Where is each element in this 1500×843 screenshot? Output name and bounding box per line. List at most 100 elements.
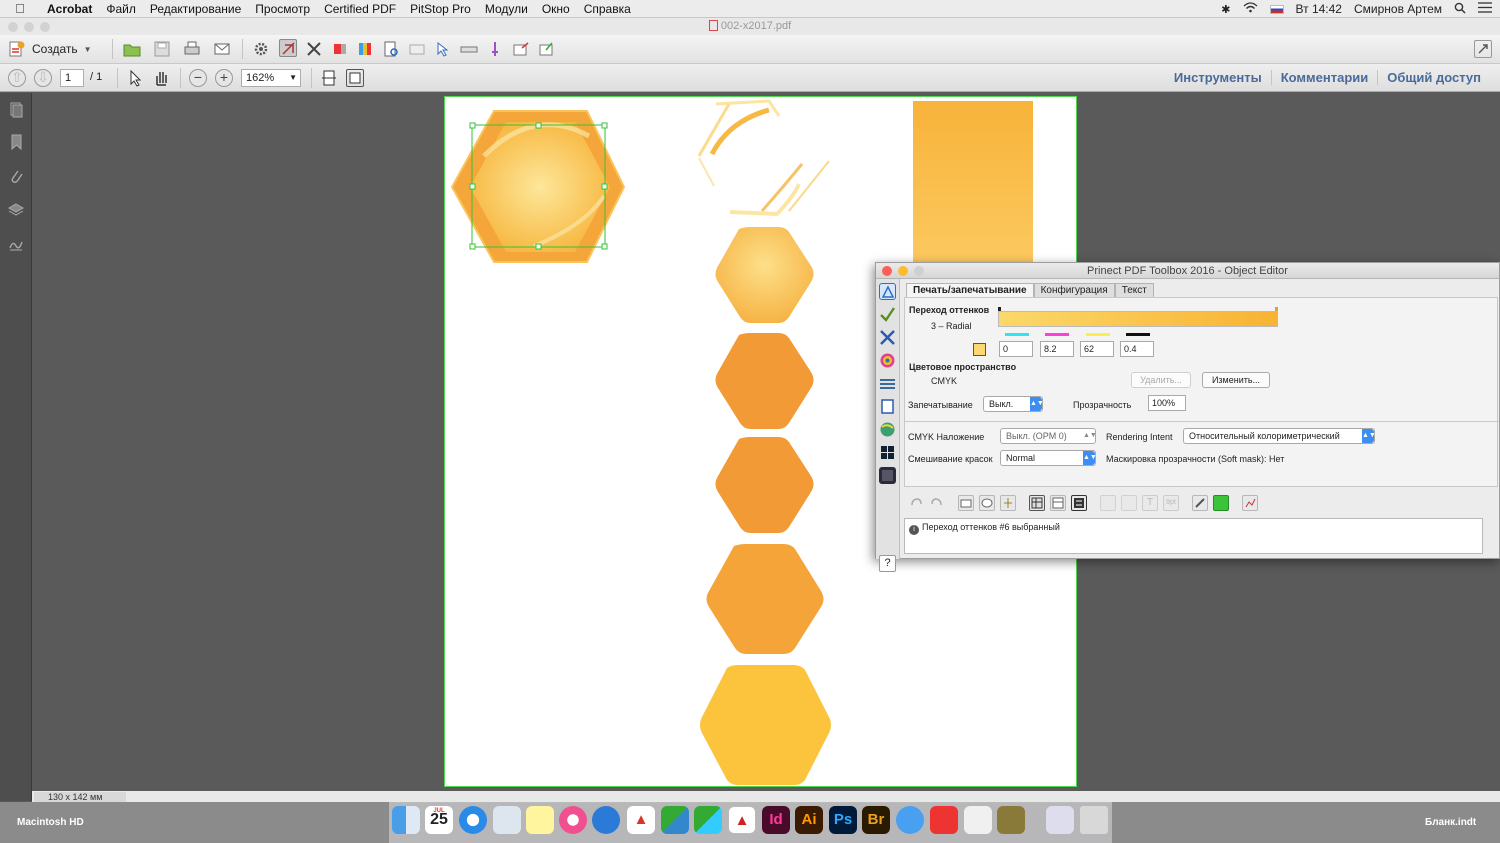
desktop-file-label[interactable]: Бланк.indt <box>1425 817 1476 828</box>
share-link[interactable]: Общий доступ <box>1377 70 1490 85</box>
bookmarks-icon[interactable] <box>8 134 24 151</box>
object-tool-icon[interactable] <box>879 283 896 300</box>
notification-center-icon[interactable] <box>1478 2 1492 16</box>
save-icon[interactable] <box>153 40 171 58</box>
signatures-icon[interactable] <box>8 236 24 252</box>
hexagon-orange-3[interactable] <box>706 544 824 654</box>
attachments-icon[interactable] <box>8 168 24 184</box>
object-editor-window[interactable]: Prinect PDF Toolbox 2016 - Object Editor… <box>875 262 1500 572</box>
editor-zoom-button[interactable] <box>914 266 924 276</box>
acrobat-icon[interactable]: ▲ <box>627 806 655 834</box>
export-icon[interactable] <box>512 40 530 58</box>
transparency-input[interactable]: 100% <box>1148 395 1186 411</box>
hexagon-radial-light[interactable] <box>715 227 814 323</box>
safari-icon[interactable] <box>459 806 487 834</box>
menu-edit[interactable]: Редактирование <box>143 2 248 16</box>
full-screen-icon[interactable] <box>346 69 364 87</box>
transform-tool-icon[interactable] <box>879 329 896 346</box>
text-tool-icon[interactable]: T <box>1142 495 1158 511</box>
editor-minimize-button[interactable] <box>898 266 908 276</box>
eyedropper-icon[interactable] <box>486 40 504 58</box>
user-name[interactable]: Смирнов Артем <box>1354 2 1442 16</box>
mail-icon[interactable] <box>592 806 620 834</box>
menu-app[interactable]: Acrobat <box>40 2 99 16</box>
yellow-input[interactable]: 62 <box>1080 341 1114 357</box>
bridge-icon[interactable]: Br <box>862 806 890 834</box>
highlight-strokes[interactable] <box>697 99 830 217</box>
document-tool-icon[interactable] <box>879 398 896 415</box>
check-tool-icon[interactable] <box>879 306 896 323</box>
menu-pitstop[interactable]: PitStop Pro <box>403 2 478 16</box>
zoom-out-button[interactable]: − <box>189 69 207 87</box>
calendar-icon[interactable]: JUL 25 <box>425 806 453 834</box>
layers-icon[interactable] <box>7 202 25 218</box>
menu-plugins[interactable]: Модули <box>478 2 535 16</box>
grid-view-icon[interactable] <box>1029 495 1045 511</box>
globe-tool-icon[interactable] <box>879 421 896 438</box>
envelope-icon[interactable] <box>408 40 426 58</box>
open-folder-icon[interactable] <box>123 40 141 58</box>
hand-tool-icon[interactable] <box>152 69 170 87</box>
eyedropper-icon[interactable] <box>1192 495 1208 511</box>
rendering-intent-select[interactable]: Относительный колориметрический ▲▼ <box>1183 428 1376 444</box>
prev-page-button[interactable]: ⇧ <box>8 69 26 87</box>
app-grid-icon[interactable] <box>661 806 689 834</box>
cmyk-overprint-select[interactable]: Выкл. (OPM 0) ▲▼ <box>1000 428 1097 444</box>
tools-link[interactable]: Инструменты <box>1165 70 1271 85</box>
undo-icon[interactable] <box>908 495 924 511</box>
gradient-preview-bar[interactable] <box>998 311 1278 327</box>
selected-gradient-hexagon[interactable] <box>450 110 626 263</box>
comments-link[interactable]: Комментарии <box>1270 70 1378 85</box>
blend-mode-select[interactable]: Normal ▲▼ <box>1000 450 1097 466</box>
apple-icon[interactable]:  <box>0 1 40 16</box>
redo-icon[interactable] <box>929 495 945 511</box>
pitstop-x-icon[interactable] <box>305 40 323 58</box>
desktop-disk-label[interactable]: Macintosh HD <box>17 817 84 828</box>
list-view-icon[interactable] <box>1071 495 1087 511</box>
menu-certified-pdf[interactable]: Certified PDF <box>317 2 403 16</box>
tab-text[interactable]: Текст <box>1114 283 1154 297</box>
color-bars-icon[interactable] <box>356 40 374 58</box>
itunes-icon[interactable] <box>559 806 587 834</box>
archive-icon[interactable] <box>997 806 1025 834</box>
paragraph-icon[interactable] <box>1121 495 1137 511</box>
window-zoom-button[interactable] <box>40 22 50 32</box>
tab-print-overprint[interactable]: Печать/запечатывание <box>906 283 1034 297</box>
gradient-stop-marker[interactable] <box>998 307 1001 311</box>
messages-icon[interactable] <box>896 806 924 834</box>
select-tool-icon[interactable] <box>126 69 144 87</box>
window-minimize-button[interactable] <box>24 22 34 32</box>
notes-icon[interactable] <box>526 806 554 834</box>
image-tool-icon[interactable] <box>879 467 896 484</box>
select-arrow-icon[interactable] <box>434 40 452 58</box>
spotlight-icon[interactable] <box>1454 2 1466 17</box>
preview-icon[interactable] <box>493 806 521 834</box>
cyan-input[interactable]: 0 <box>999 341 1033 357</box>
photoshop-icon[interactable]: Ps <box>829 806 857 834</box>
next-page-button[interactable]: ⇩ <box>34 69 52 87</box>
menu-window[interactable]: Окно <box>535 2 577 16</box>
tab-configuration[interactable]: Конфигурация <box>1033 283 1115 297</box>
gradient-stop-marker[interactable] <box>1275 307 1278 311</box>
finder-icon[interactable] <box>392 806 420 834</box>
gear-icon[interactable] <box>252 40 270 58</box>
document-lines-icon[interactable] <box>1100 495 1116 511</box>
layers-tool-icon[interactable] <box>879 375 896 392</box>
app-grid-2-icon[interactable] <box>694 806 722 834</box>
zoom-select[interactable]: 162% ▼ <box>241 69 301 87</box>
app-red-icon[interactable] <box>930 806 958 834</box>
zoom-in-button[interactable]: + <box>215 69 233 87</box>
print-icon[interactable] <box>183 40 201 58</box>
window-close-button[interactable] <box>8 22 18 32</box>
pitstop-inspector-icon[interactable] <box>279 39 297 57</box>
menu-view[interactable]: Просмотр <box>248 2 317 16</box>
hexagon-yellow[interactable] <box>700 665 831 785</box>
black-input[interactable]: 0.4 <box>1120 341 1154 357</box>
font-size-icon[interactable]: 9pt <box>1163 495 1179 511</box>
input-language-flag-icon[interactable] <box>1269 4 1284 14</box>
ruler-icon[interactable] <box>460 40 478 58</box>
downloads-stack-icon[interactable] <box>1046 806 1074 834</box>
color-stop-swatch[interactable] <box>973 343 986 356</box>
delete-button[interactable]: Удалить... <box>1131 372 1191 388</box>
menu-help[interactable]: Справка <box>577 2 638 16</box>
